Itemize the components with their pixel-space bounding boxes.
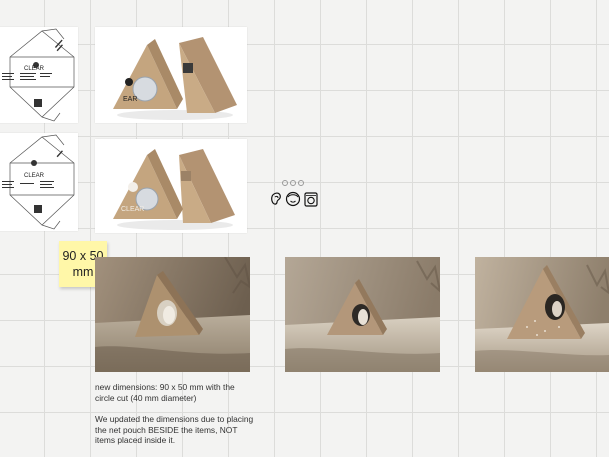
- dieline-drawing-1: CLEAR: [2, 28, 75, 122]
- photo-3-image: [475, 257, 609, 372]
- dimension-note[interactable]: new dimensions: 90 x 50 mm with the circ…: [95, 382, 255, 403]
- box-render-1: EAR: [113, 37, 237, 120]
- box-render-2: CLEAR: [113, 149, 235, 230]
- dieline-card-1[interactable]: CLEAR: [0, 27, 78, 123]
- dieline-brand-text-1: CLEAR: [24, 66, 45, 72]
- photo-3[interactable]: [475, 257, 609, 372]
- selection-dot: [298, 180, 304, 186]
- update-note-paragraph-2: We updated the dimensions due to placing…: [95, 414, 254, 445]
- face-icon: [285, 191, 301, 207]
- photo-2-image: [285, 257, 440, 372]
- render-brand-text-1: EAR: [123, 96, 137, 103]
- dimension-note-paragraph-1: new dimensions: 90 x 50 mm with the circ…: [95, 382, 235, 403]
- photo-1[interactable]: [95, 257, 250, 372]
- photo-1-image: [95, 257, 250, 372]
- ear-icon: [271, 192, 281, 205]
- dieline-brand-text-2: CLEAR: [24, 173, 45, 179]
- care-icons-group[interactable]: [268, 179, 320, 211]
- render-card-2[interactable]: CLEAR: [95, 139, 247, 233]
- dieline-card-2[interactable]: CLEAR: [0, 133, 78, 231]
- washing-machine-icon: [304, 192, 318, 207]
- selection-dot: [290, 180, 296, 186]
- render-brand-text-2: CLEAR: [121, 206, 144, 213]
- photo-2[interactable]: [285, 257, 440, 372]
- render-card-1[interactable]: EAR: [95, 27, 247, 123]
- update-note[interactable]: We updated the dimensions due to placing…: [95, 414, 255, 446]
- selection-dot: [282, 180, 288, 186]
- dieline-drawing-2: CLEAR: [2, 134, 75, 230]
